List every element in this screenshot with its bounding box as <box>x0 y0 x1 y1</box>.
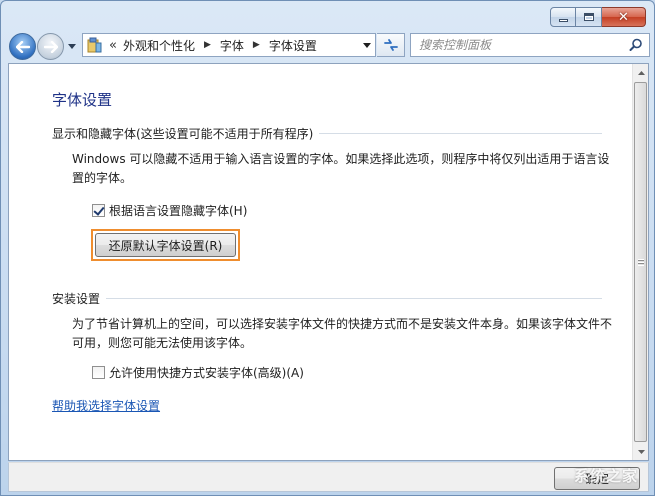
hide-fonts-checkbox[interactable] <box>92 204 105 217</box>
font-settings-page: 字体设置 显示和隐藏字体(这些设置可能不适用于所有程序) Windows 可以隐… <box>9 64 633 460</box>
forward-button[interactable] <box>37 33 64 60</box>
help-choose-font-settings-link[interactable]: 帮助我选择字体设置 <box>52 397 160 414</box>
section-heading: 显示和隐藏字体(这些设置可能不适用于所有程序) <box>52 127 314 141</box>
scroll-up-button[interactable] <box>633 64 648 81</box>
arrow-right-icon <box>43 40 58 53</box>
search-box[interactable] <box>410 33 650 57</box>
vertical-scrollbar[interactable] <box>632 64 648 460</box>
search-input[interactable] <box>419 38 619 52</box>
breadcrumb-overflow[interactable]: « <box>109 38 117 53</box>
scroll-down-button[interactable] <box>633 443 648 460</box>
search-icon[interactable] <box>629 38 643 52</box>
back-button[interactable] <box>9 33 36 60</box>
section-divider <box>106 298 602 299</box>
chevron-down-icon <box>68 43 76 49</box>
checkbox-label[interactable]: 根据语言设置隐藏字体(H) <box>109 202 247 219</box>
section-hide-fonts: 显示和隐藏字体(这些设置可能不适用于所有程序) <box>52 125 602 142</box>
restore-default-fonts-button[interactable]: 还原默认字体设置(R) <box>95 233 236 257</box>
checkbox-label[interactable]: 允许使用快捷方式安装字体(高级)(A) <box>109 364 304 381</box>
dialog-footer: 确定 系统之家 <box>8 462 649 492</box>
caption-buttons: ✕ <box>550 7 646 27</box>
close-icon: ✕ <box>618 9 629 25</box>
restore-button-highlight: 还原默认字体设置(R) <box>91 229 240 261</box>
recent-pages-dropdown[interactable] <box>67 41 77 51</box>
minimize-button[interactable] <box>550 7 576 27</box>
close-button[interactable]: ✕ <box>602 7 646 27</box>
section-divider <box>319 133 602 134</box>
chevron-up-icon <box>637 70 645 75</box>
content-pane: 字体设置 显示和隐藏字体(这些设置可能不适用于所有程序) Windows 可以隐… <box>8 63 649 461</box>
breadcrumb-appearance[interactable]: 外观和个性化 <box>123 37 195 54</box>
breadcrumb-fonts[interactable]: 字体 <box>220 37 244 54</box>
arrow-left-icon <box>15 40 30 53</box>
shortcut-install-checkbox-row[interactable]: 允许使用快捷方式安装字体(高级)(A) <box>92 364 304 381</box>
watermark: 系统之家 <box>573 467 638 485</box>
hide-fonts-checkbox-row[interactable]: 根据语言设置隐藏字体(H) <box>92 202 247 219</box>
section-install-settings: 安装设置 <box>52 290 602 307</box>
breadcrumb-font-settings[interactable]: 字体设置 <box>269 37 317 54</box>
chevron-down-icon <box>363 42 371 48</box>
breadcrumb-separator-icon[interactable]: ▶ <box>253 40 260 50</box>
section-heading: 安装设置 <box>52 292 101 306</box>
address-history-dropdown[interactable] <box>358 34 375 56</box>
refresh-icon <box>383 39 398 51</box>
page-title: 字体设置 <box>52 91 113 109</box>
control-panel-folder-icon <box>87 37 102 53</box>
minimize-icon <box>558 18 568 22</box>
grip-icon <box>637 258 644 266</box>
section-description: Windows 可以隐藏不适用于输入语言设置的字体。如果选择此选项，则程序中将仅… <box>72 152 610 185</box>
shortcut-install-checkbox[interactable] <box>92 366 105 379</box>
address-bar[interactable]: « 外观和个性化 ▶ 字体 ▶ 字体设置 <box>82 33 376 57</box>
maximize-button[interactable] <box>576 7 602 27</box>
breadcrumb-separator-icon[interactable]: ▶ <box>204 40 211 50</box>
section-description: 为了节省计算机上的空间，可以选择安装字体文件的快捷方式而不是安装文件本身。如果该… <box>72 317 613 350</box>
navigation-bar: « 外观和个性化 ▶ 字体 ▶ 字体设置 <box>7 32 650 60</box>
maximize-icon <box>583 13 594 21</box>
scrollbar-thumb[interactable] <box>634 82 647 442</box>
window-frame: ✕ « 外观和个性化 ▶ 字体 ▶ 字体设置 搜索控制面板 字体设置 显示和隐藏… <box>0 0 655 496</box>
chevron-down-icon <box>637 449 645 454</box>
refresh-button[interactable] <box>377 33 405 57</box>
